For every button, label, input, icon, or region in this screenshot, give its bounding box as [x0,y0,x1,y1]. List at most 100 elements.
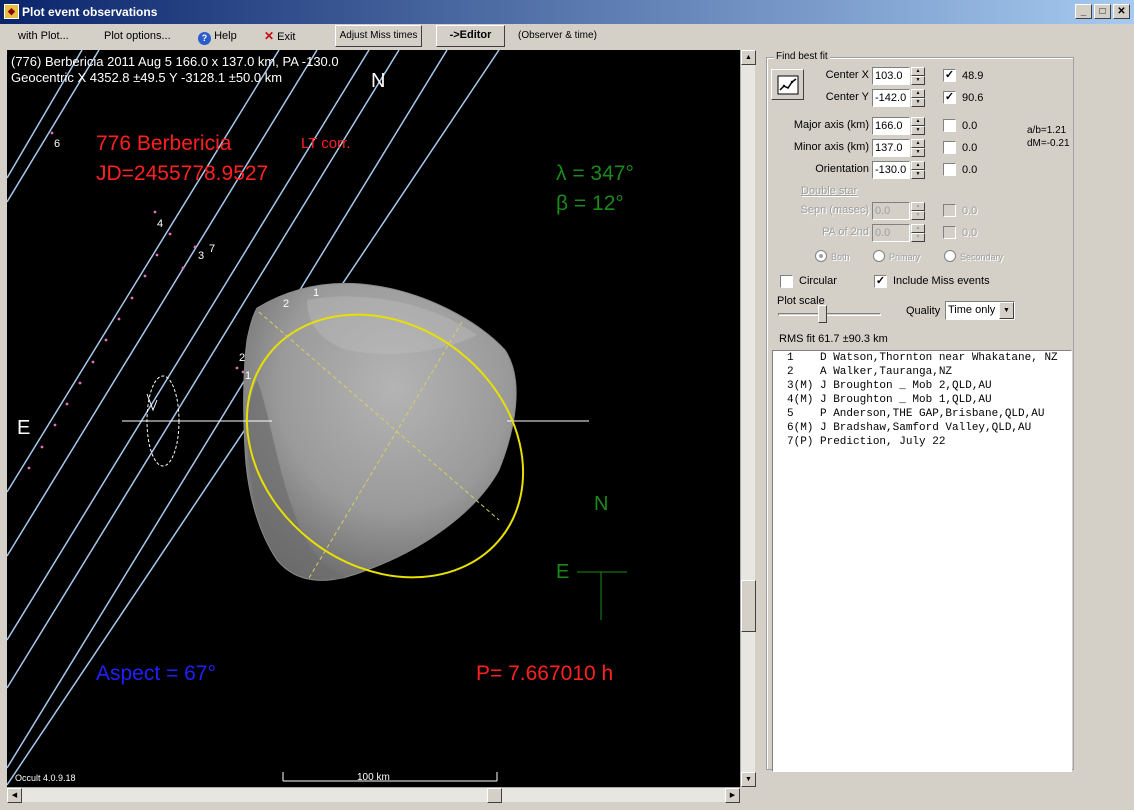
pa-second-checkbox[interactable] [943,226,956,239]
plot-scale-slider-track[interactable] [778,313,881,316]
center-x-spinner[interactable]: ▲ ▼ [911,67,925,85]
radio-secondary[interactable] [944,250,956,262]
center-x-checkbox[interactable]: ✓ [943,69,956,82]
center-y-spinner[interactable]: ▲ ▼ [911,89,925,107]
plot-vertical-scrollbar[interactable]: ▲ ▼ [740,50,756,787]
double-star-label: Double star [801,185,858,197]
version-label: Occult 4.0.9.18 [15,773,76,783]
center-y-input[interactable]: -142.0 [872,89,910,107]
adjust-miss-times-button[interactable]: Adjust Miss times [335,25,422,47]
list-item[interactable]: 6(M) J Bradshaw,Samford Valley,QLD,AU [773,421,1071,435]
minimize-button[interactable]: _ [1075,4,1092,19]
lt-corr-label: LT corr. [301,135,350,152]
orientation-input[interactable]: -130.0 [872,161,910,179]
include-miss-label: Include Miss events [893,275,990,287]
horizontal-scroll-thumb[interactable] [487,788,502,803]
close-button[interactable]: ✕ [1113,4,1130,19]
plot-area[interactable]: (776) Berbericia 2011 Aug 5 166.0 x 137.… [7,50,740,787]
list-item[interactable]: 4(M) J Broughton _ Mob 1,QLD,AU [773,393,1071,407]
observer-time-label[interactable]: (Observer & time) [518,27,597,45]
center-y-result: 90.6 [962,92,984,104]
major-axis-spinner[interactable]: ▲ ▼ [911,117,925,135]
pa-second-input[interactable]: 0.0 [872,224,910,242]
scale-label: 100 km [357,772,390,783]
julian-date-label: JD=2455778.9527 [96,162,268,185]
quality-select[interactable]: Time only ▼ [945,301,1015,320]
help-icon: ? [198,32,211,45]
list-item[interactable]: 3(M) J Broughton _ Mob 2,QLD,AU [773,379,1071,393]
center-x-label: Center X [825,69,869,81]
separation-spinner[interactable]: ▲ ▼ [911,202,925,220]
vertical-scroll-thumb[interactable] [741,580,756,632]
chord-label: 7 [209,243,215,255]
plot-scale-slider-thumb[interactable] [818,305,827,323]
chord-label: 4 [157,218,163,230]
minor-axis-input[interactable]: 137.0 [872,139,910,157]
editor-button[interactable]: ->Editor [436,25,505,47]
lambda-label: λ = 347° [556,162,634,185]
asteroid-name-label: 776 Berbericia [96,132,232,155]
major-axis-checkbox[interactable] [943,119,956,132]
exit-menu[interactable]: ✕ Exit [264,27,295,45]
compass-rose [577,571,627,620]
orientation-result: 0.0 [962,164,978,176]
list-item[interactable]: 1 D Watson,Thornton near Whakatane, NZ [773,351,1071,365]
chord-label: 1 [313,287,319,299]
scroll-right-icon[interactable]: ▶ [725,788,740,803]
beta-label: β = 12° [556,192,624,215]
window-title: Plot event observations [22,5,158,19]
scroll-up-icon[interactable]: ▲ [741,50,756,65]
chord-label: 1 [245,370,251,382]
center-y-checkbox[interactable]: ✓ [943,91,956,104]
scroll-left-icon[interactable]: ◀ [7,788,22,803]
compass-north-label: N [594,493,608,515]
menu-plot-options[interactable]: Plot options... [104,27,171,45]
plot-header-line-1: (776) Berbericia 2011 Aug 5 166.0 x 137.… [11,54,339,69]
quality-label: Quality [906,305,941,317]
radio-both-label: Both [831,252,850,262]
radio-both[interactable] [815,250,827,262]
chord-label: 2 [283,298,289,310]
plot-horizontal-scrollbar[interactable]: ◀ ▶ [7,787,740,803]
observers-list[interactable]: 1 D Watson,Thornton near Whakatane, NZ 2… [772,350,1072,772]
east-label: E [17,417,30,439]
scale-bar [282,772,498,782]
center-x-input[interactable]: 103.0 [872,67,910,85]
toolbar: with Plot... Plot options... ? Help ✕ Ex… [0,24,1134,48]
chord-label: 2 [239,352,245,364]
chord-label: 6 [54,138,60,150]
circular-checkbox[interactable] [780,275,793,288]
radio-primary[interactable] [873,250,885,262]
app-icon: ◆ [4,4,19,19]
list-item[interactable]: 7(P) Prediction, July 22 [773,435,1071,449]
major-axis-result: 0.0 [962,120,978,132]
title-bar: ◆ Plot event observations _ □ ✕ [0,0,1134,24]
orientation-checkbox[interactable] [943,163,956,176]
axis-ratio-label: a/b=1.21 [1027,125,1067,136]
center-x-result: 48.9 [962,70,984,82]
minor-axis-spinner[interactable]: ▲ ▼ [911,139,925,157]
help-menu[interactable]: ? Help [198,27,237,45]
list-item[interactable]: 2 A Walker,Tauranga,NZ [773,365,1071,379]
plot-header-line-2: Geocentric X 4352.8 ±49.5 Y -3128.1 ±50.… [11,70,282,85]
list-item[interactable]: 5 P Anderson,THE GAP,Brisbane,QLD,AU [773,407,1071,421]
scroll-down-icon[interactable]: ▼ [741,772,756,787]
pa-second-spinner[interactable]: ▲ ▼ [911,224,925,242]
find-best-fit-title: Find best fit [774,51,830,62]
separation-label: Sepn (masec) [800,204,869,216]
compass-east-label: E [556,561,569,583]
minor-axis-checkbox[interactable] [943,141,956,154]
major-axis-input[interactable]: 166.0 [872,117,910,135]
maximize-button[interactable]: □ [1094,4,1111,19]
separation-input[interactable]: 0.0 [872,202,910,220]
menu-with-plot[interactable]: with Plot... [18,27,69,45]
orientation-spinner[interactable]: ▲ ▼ [911,161,925,179]
radio-primary-label: Primary [889,252,920,262]
include-miss-checkbox[interactable]: ✓ [874,275,887,288]
orientation-label: Orientation [815,163,869,175]
pa-second-label: PA of 2nd [822,226,869,238]
plot-canvas: (776) Berbericia 2011 Aug 5 166.0 x 137.… [7,50,634,786]
chord-label: 3 [198,250,204,262]
separation-checkbox[interactable] [943,204,956,217]
period-label: P= 7.667010 h [476,662,613,685]
